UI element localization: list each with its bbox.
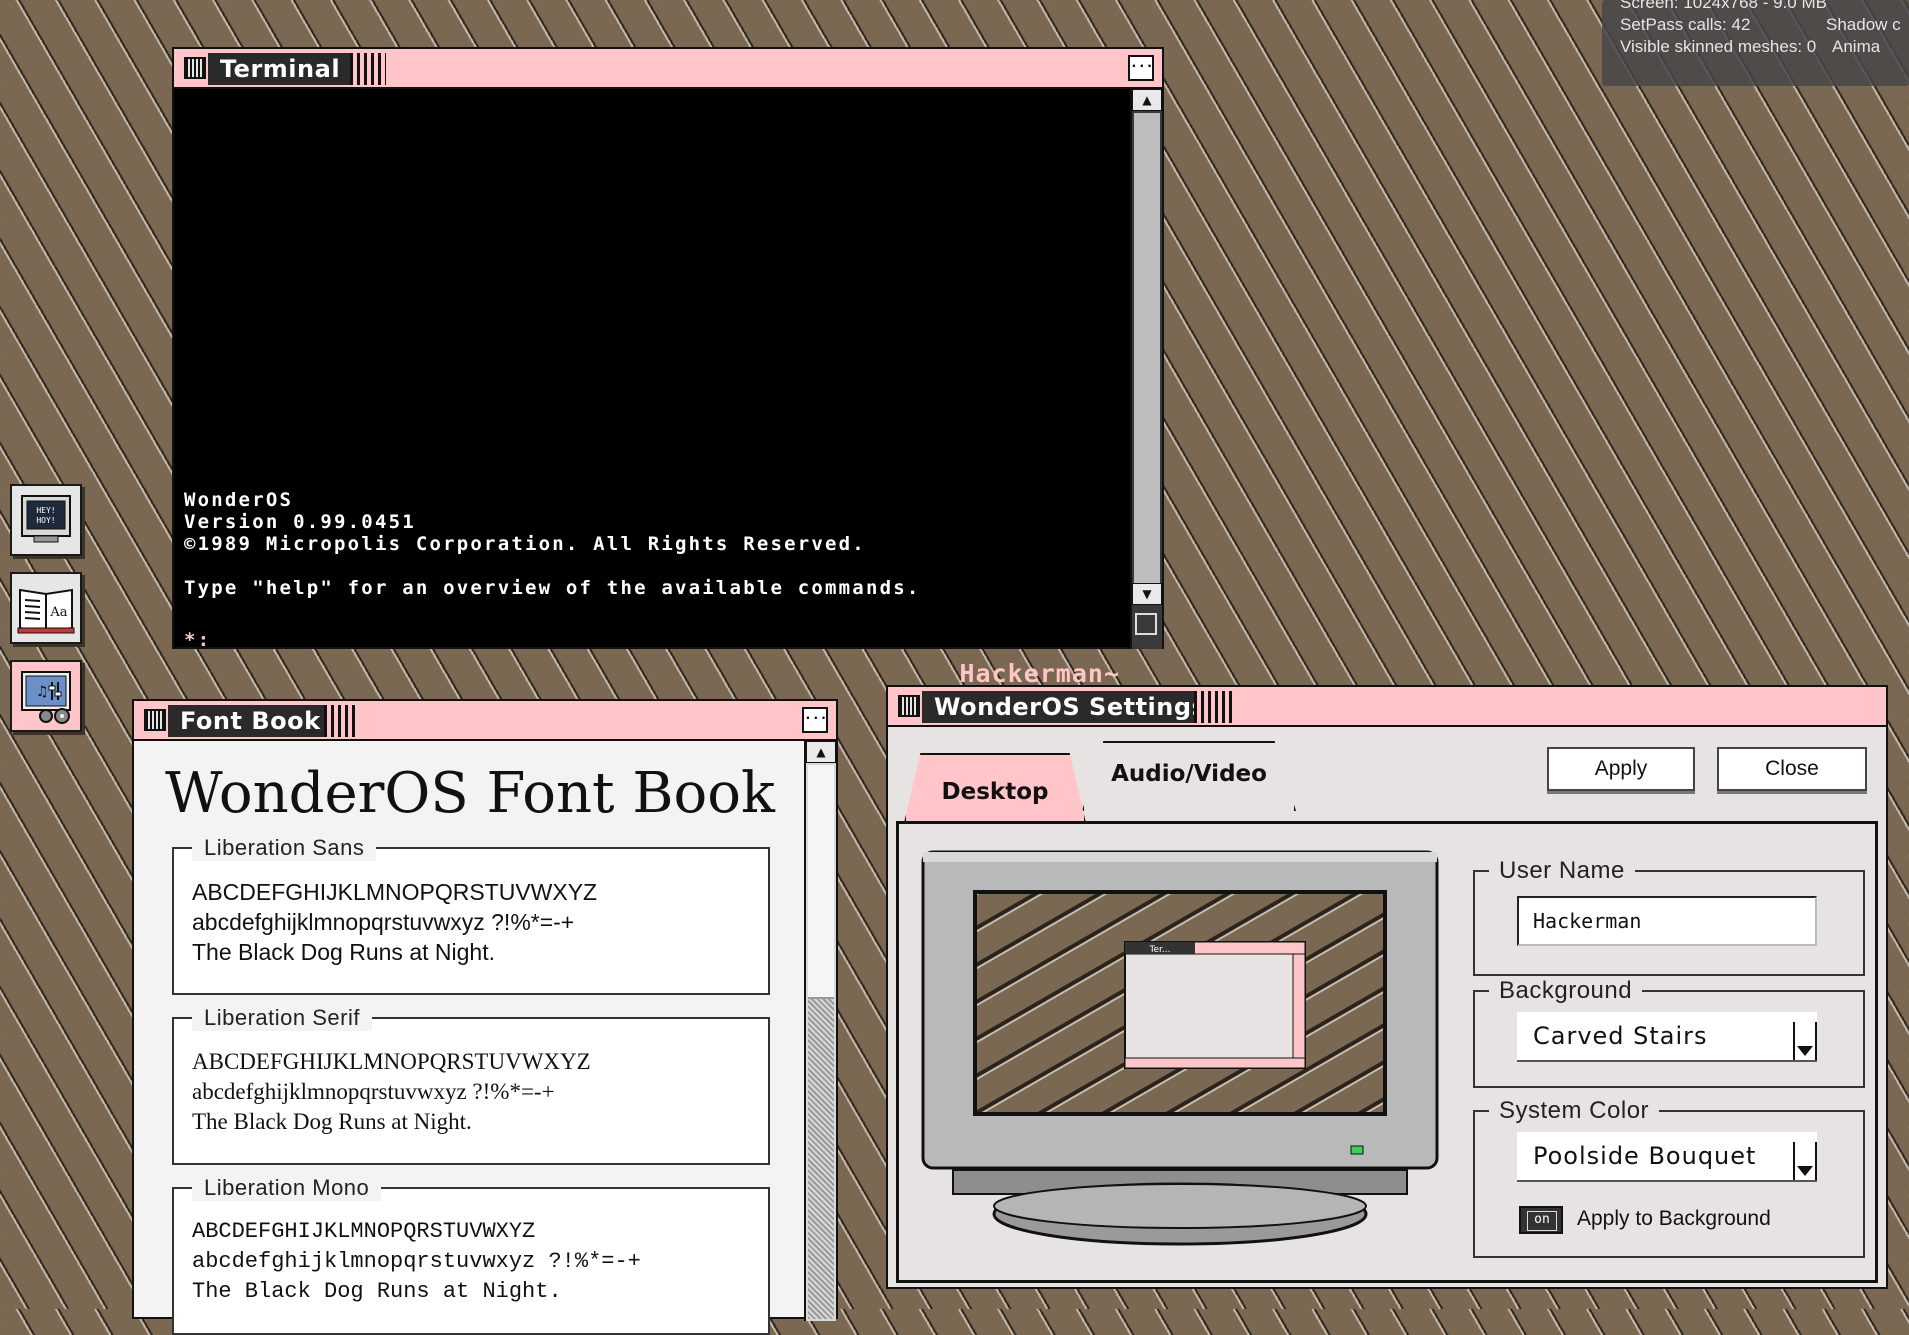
fontbook-window: Font Book ... WonderOS Font Book Liberat… (132, 699, 838, 1335)
sample-sentence: The Black Dog Runs at Night. (192, 939, 495, 965)
desktop-tab-panel: Ter... User Name Hackerman Background Ca… (896, 821, 1878, 1283)
user-name-legend: User Name (1489, 857, 1635, 885)
fontbook-app-icon[interactable]: Aa (10, 572, 82, 644)
background-selected-value: Carved Stairs (1533, 1022, 1708, 1050)
settings-titlebar[interactable]: WonderOS Settings (888, 687, 1886, 727)
stats-overlay: Screen: 1024x768 - 9.0 MB SetPass calls:… (1602, 0, 1909, 86)
terminal-scrollbar[interactable]: ▲ ▼ (1130, 89, 1162, 649)
stats-line-skinned: Visible skinned meshes: 0 (1620, 37, 1817, 56)
terminal-line-1: WonderOS (184, 489, 294, 511)
terminal-line-3: ©1989 Micropolis Corporation. All Rights… (184, 533, 866, 555)
toggle-on-text: on (1527, 1211, 1557, 1231)
preview-window-title: Ter... (1149, 945, 1171, 955)
stats-line-setpass: SetPass calls: 42 (1620, 15, 1751, 34)
sample-lowercase: abcdefghijklmnopqrstuvwxyz ?!%*=-+ (192, 1249, 641, 1274)
sample-sentence: The Black Dog Runs at Night. (192, 1279, 562, 1304)
font-sample-mono: Liberation Mono ABCDEFGHIJKLMNOPQRSTUVWX… (172, 1175, 770, 1335)
chevron-down-icon[interactable] (1793, 1022, 1817, 1060)
titlebar-grip (1194, 691, 1232, 723)
apply-to-background-toggle[interactable]: on (1519, 1206, 1563, 1234)
sample-uppercase: ABCDEFGHIJKLMNOPQRSTUVWXYZ (192, 1049, 591, 1074)
stats-line-shadow: Shadow c (1826, 15, 1901, 34)
close-button[interactable]: Close (1717, 747, 1867, 791)
scroll-down-button[interactable]: ▼ (1132, 583, 1162, 605)
background-group: Background Carved Stairs (1473, 977, 1865, 1088)
tab-desktop[interactable]: Desktop (904, 753, 1086, 823)
book-icon: Aa (17, 588, 75, 634)
system-color-select[interactable]: Poolside Bouquet (1517, 1132, 1817, 1182)
font-name-label: Liberation Serif (192, 1005, 372, 1031)
sample-lowercase: abcdefghijklmnopqrstuvwxyz ?!%*=-+ (192, 909, 575, 935)
terminal-prompt[interactable]: *: (184, 629, 211, 651)
settings-title: WonderOS Settings (922, 691, 1228, 723)
background-legend: Background (1489, 977, 1643, 1005)
font-name-label: Liberation Mono (192, 1175, 382, 1201)
sample-sentence: The Black Dog Runs at Night. (192, 1109, 472, 1134)
fontbook-heading: WonderOS Font Book (165, 761, 775, 826)
settings-app-icon[interactable]: ♫ (10, 660, 82, 732)
tab-desktop-label: Desktop (941, 779, 1049, 805)
user-name-input[interactable]: Hackerman (1517, 896, 1817, 946)
font-name-label: Liberation Sans (192, 835, 377, 861)
user-name-group: User Name Hackerman (1473, 857, 1865, 976)
chevron-down-icon[interactable] (1793, 1142, 1817, 1180)
settings-gear-icon: ♫ (21, 671, 71, 724)
system-color-group: System Color Poolside Bouquet on Apply t… (1473, 1097, 1865, 1258)
terminal-app-icon[interactable]: HEY! HOY! (10, 484, 82, 556)
font-sample-serif: Liberation Serif ABCDEFGHIJKLMNOPQRSTUVW… (172, 1005, 770, 1165)
settings-window: WonderOS Settings Audio/Video Desktop Ap… (886, 685, 1888, 1289)
stats-line-screen: Screen: 1024x768 - 9.0 MB (1620, 0, 1827, 12)
terminal-line-5: Type "help" for an overview of the avail… (184, 577, 921, 599)
scroll-track[interactable] (808, 999, 834, 1319)
system-color-selected-value: Poolside Bouquet (1533, 1142, 1757, 1170)
scroll-up-button[interactable]: ▲ (1132, 89, 1162, 111)
fontbook-scrollbar[interactable]: ▲ (804, 741, 836, 1321)
fontbook-titlebar[interactable]: Font Book ... (134, 701, 836, 741)
font-sample-sans: Liberation Sans ABCDEFGHIJKLMNOPQRSTUVWX… (172, 835, 770, 995)
titlebar-grip (350, 53, 386, 85)
window-options-button[interactable]: ... (802, 707, 828, 733)
scroll-up-button[interactable]: ▲ (806, 741, 836, 763)
window-menu-icon[interactable] (898, 695, 920, 717)
terminal-status-user: Hackerman~ (959, 659, 1120, 688)
window-menu-icon[interactable] (144, 709, 166, 731)
titlebar-grip (324, 705, 358, 737)
svg-text:♫: ♫ (36, 684, 49, 700)
window-options-button[interactable]: ... (1128, 55, 1154, 81)
terminal-output[interactable]: WonderOS Version 0.99.0451 ©1989 Micropo… (174, 89, 1130, 688)
stats-line-anim: Anima (1832, 37, 1881, 56)
tab-audio-video[interactable]: Audio/Video (1082, 741, 1296, 811)
desktop-preview: Ter... (921, 850, 1439, 1246)
apply-to-background-label[interactable]: Apply to Background (1577, 1207, 1771, 1231)
svg-text:Aa: Aa (49, 605, 67, 620)
svg-text:HOY!: HOY! (36, 516, 55, 525)
background-select[interactable]: Carved Stairs (1517, 1012, 1817, 1062)
monitor-icon: HEY! HOY! (21, 495, 71, 543)
sample-uppercase: ABCDEFGHIJKLMNOPQRSTUVWXYZ (192, 879, 598, 905)
resize-grip[interactable] (1135, 613, 1157, 635)
sample-uppercase: ABCDEFGHIJKLMNOPQRSTUVWXYZ (192, 1219, 536, 1244)
terminal-titlebar[interactable]: Terminal ... (174, 49, 1162, 89)
scroll-thumb[interactable] (808, 765, 834, 999)
scroll-track[interactable] (1134, 113, 1160, 583)
tab-audio-video-label: Audio/Video (1111, 761, 1267, 787)
apply-button[interactable]: Apply (1547, 747, 1695, 791)
terminal-icon-label: HEY! (36, 506, 55, 515)
terminal-line-2: Version 0.99.0451 (184, 511, 416, 533)
system-color-legend: System Color (1489, 1097, 1660, 1125)
terminal-window: Terminal ... WonderOS Version 0.99.0451 … (172, 47, 1164, 688)
sample-lowercase: abcdefghijklmnopqrstuvwxyz ?!%*=-+ (192, 1079, 555, 1104)
window-menu-icon[interactable] (184, 57, 206, 79)
